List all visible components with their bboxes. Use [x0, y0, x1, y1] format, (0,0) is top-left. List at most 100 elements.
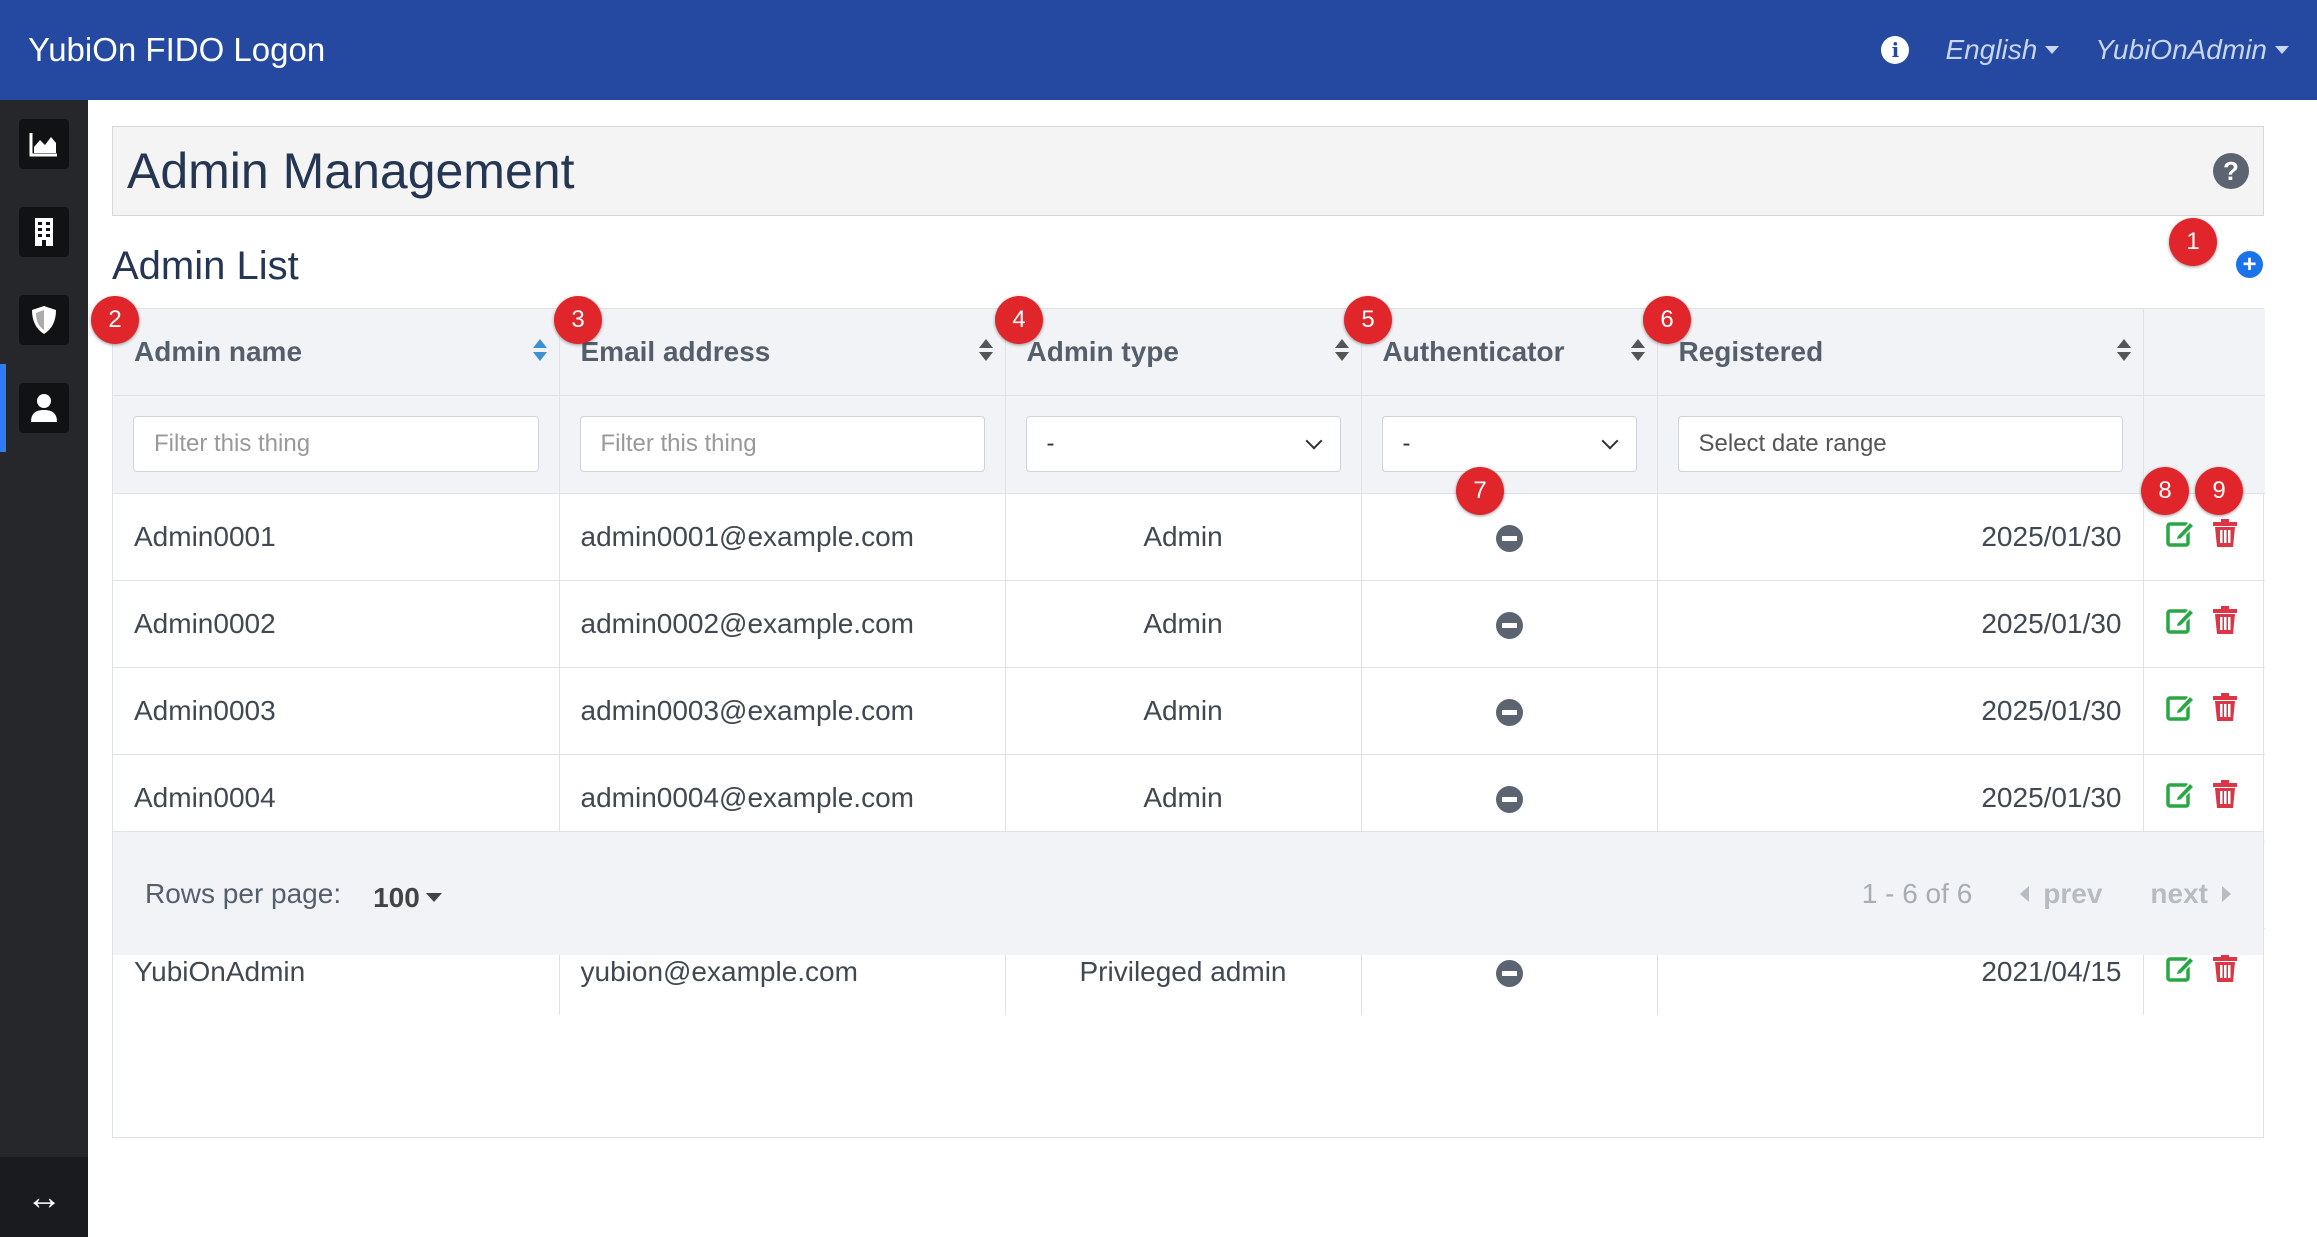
email-cell: admin0001@example.com — [559, 492, 1006, 580]
delete-button[interactable] — [2210, 953, 2240, 990]
prev-label: prev — [2043, 877, 2103, 909]
table-row: Admin0001 admin0001@example.com Admin 2025/… — [113, 492, 2265, 580]
chevron-down-icon — [1601, 432, 1618, 450]
admin-type-cell: Admin — [1005, 579, 1362, 667]
annotation-marker: 6 — [1643, 296, 1691, 344]
select-value: - — [1402, 430, 1411, 457]
rows-per-page-label: Rows per page: — [145, 877, 342, 909]
email-filter-input[interactable]: Filter this thing — [579, 416, 985, 472]
user-icon — [31, 394, 57, 422]
edit-icon — [2165, 694, 2195, 721]
delete-button[interactable] — [2210, 518, 2240, 555]
table-row: Admin0002 admin0002@example.com Admin 2025/… — [113, 579, 2265, 667]
minus-circle-icon — [1495, 959, 1523, 987]
column-label: Registered — [1678, 335, 1824, 367]
select-value: - — [1046, 430, 1055, 457]
admin-type-filter-select[interactable]: - — [1025, 416, 1341, 472]
next-label: next — [2150, 877, 2208, 909]
annotation-marker: 9 — [2195, 467, 2243, 515]
column-label: Email address — [580, 335, 771, 367]
minus-circle-icon — [1495, 698, 1523, 726]
column-header-admin-name[interactable]: Admin name — [113, 309, 560, 395]
sort-icon[interactable] — [1334, 339, 1349, 361]
minus-circle-icon — [1495, 785, 1523, 813]
chevron-down-icon — [1305, 432, 1322, 450]
email-cell: admin0002@example.com — [559, 579, 1006, 667]
prev-button[interactable]: prev — [2020, 878, 2102, 910]
sort-icon[interactable] — [1630, 339, 1645, 361]
user-label: YubiOnAdmin — [2095, 34, 2267, 65]
arrows-horizontal-icon: ↔ — [26, 1176, 62, 1217]
sidebar: ↔ — [0, 100, 88, 1237]
actions-cell — [2143, 666, 2265, 754]
authenticator-cell — [1361, 753, 1658, 841]
authenticator-cell — [1361, 666, 1658, 754]
sidebar-item-admins[interactable] — [0, 364, 88, 452]
registered-cell: 2025/01/30 — [1657, 753, 2144, 841]
annotation-marker: 2 — [91, 296, 139, 344]
delete-button[interactable] — [2210, 692, 2240, 729]
email-cell: admin0004@example.com — [559, 753, 1006, 841]
edit-button[interactable] — [2165, 953, 2196, 990]
trash-icon — [2212, 519, 2237, 547]
trash-icon — [2212, 693, 2237, 721]
column-label: Authenticator — [1382, 335, 1565, 367]
edit-button[interactable] — [2165, 518, 2196, 555]
actions-cell — [2143, 753, 2265, 841]
admin-name-cell: Admin0004 — [113, 753, 560, 841]
actions-cell — [2143, 579, 2265, 667]
table-row: Admin0004 admin0004@example.com Admin 2025/… — [113, 753, 2265, 841]
column-header-registered[interactable]: Registered — [1657, 309, 2144, 395]
sort-icon[interactable] — [978, 339, 993, 361]
admin-type-cell: Admin — [1005, 492, 1362, 580]
app-title[interactable]: YubiOn FIDO Logon — [28, 31, 325, 69]
edit-button[interactable] — [2165, 779, 2196, 816]
registered-cell: 2025/01/30 — [1657, 492, 2144, 580]
admin-name-cell: Admin0002 — [113, 579, 560, 667]
caret-left-icon — [2020, 885, 2030, 902]
authenticator-cell — [1361, 579, 1658, 667]
email-cell: admin0003@example.com — [559, 666, 1006, 754]
delete-button[interactable] — [2210, 779, 2240, 816]
trash-icon — [2212, 606, 2237, 634]
sort-icon[interactable] — [532, 339, 547, 361]
trash-icon — [2212, 780, 2237, 808]
caret-down-icon — [2045, 46, 2060, 54]
annotation-marker: 5 — [1344, 296, 1392, 344]
page-header: Admin Management ? — [112, 126, 2264, 216]
sidebar-item-security[interactable] — [0, 276, 88, 364]
admin-name-filter-input[interactable]: Filter this thing — [133, 416, 539, 472]
column-label: Admin type — [1026, 335, 1179, 367]
annotation-marker: 7 — [1456, 467, 1504, 515]
sidebar-item-dashboard[interactable] — [0, 100, 88, 188]
help-icon[interactable]: ? — [2213, 153, 2249, 189]
admin-name-cell: Admin0001 — [113, 492, 560, 580]
shield-icon — [32, 306, 56, 334]
add-admin-button[interactable]: + — [2236, 251, 2263, 278]
sidebar-toggle[interactable]: ↔ — [0, 1157, 88, 1237]
sort-icon[interactable] — [2116, 339, 2131, 361]
page-title: Admin Management — [127, 143, 575, 199]
authenticator-filter-select[interactable]: - — [1381, 416, 1637, 472]
table-row: Admin0003 admin0003@example.com Admin 2025/… — [113, 666, 2265, 754]
trash-icon — [2212, 954, 2237, 983]
date-range-filter-input[interactable]: Select date range — [1677, 416, 2123, 472]
edit-button[interactable] — [2165, 692, 2196, 729]
info-icon[interactable]: i — [1881, 36, 1910, 64]
user-dropdown[interactable]: YubiOnAdmin — [2095, 34, 2289, 66]
minus-circle-icon — [1495, 611, 1523, 639]
edit-button[interactable] — [2165, 605, 2196, 642]
registered-cell: 2025/01/30 — [1657, 579, 2144, 667]
next-button[interactable]: next — [2150, 878, 2231, 910]
column-header-actions — [2143, 309, 2265, 395]
edit-icon — [2165, 956, 2195, 982]
column-header-authenticator[interactable]: Authenticator — [1361, 309, 1658, 395]
section-title: Admin List — [112, 244, 299, 288]
delete-button[interactable] — [2210, 605, 2240, 642]
admin-table: Admin name Email address Admin type Auth… — [112, 308, 2265, 1138]
column-header-email[interactable]: Email address — [559, 309, 1006, 395]
language-dropdown[interactable]: English — [1945, 34, 2060, 66]
column-header-admin-type[interactable]: Admin type — [1005, 309, 1362, 395]
sidebar-item-organization[interactable] — [0, 188, 88, 276]
rows-per-page-select[interactable]: 100 — [373, 882, 442, 914]
